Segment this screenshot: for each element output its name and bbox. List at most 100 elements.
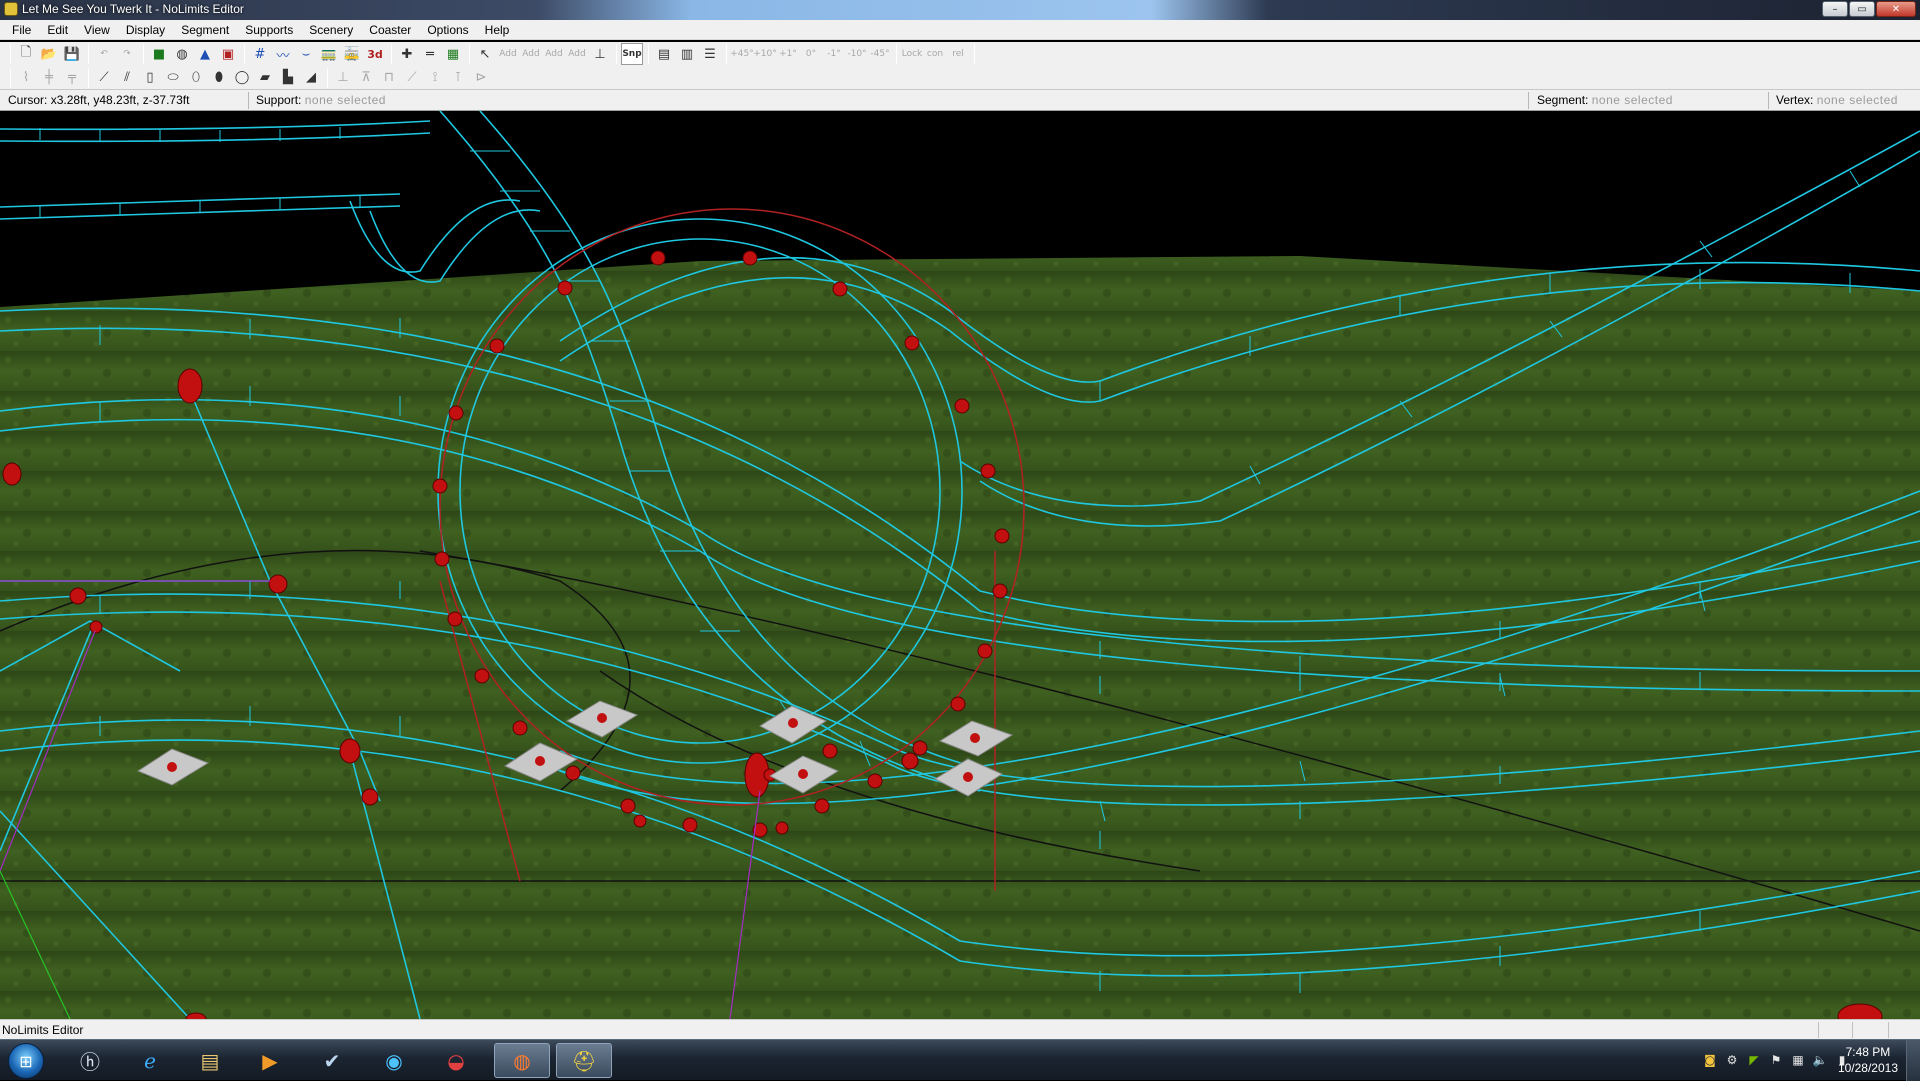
menu-display[interactable]: Display: [118, 23, 173, 37]
add-segment-button[interactable]: Add: [520, 43, 542, 65]
toolbar-divider: [974, 44, 975, 64]
rel-roll-button[interactable]: rel: [947, 43, 969, 65]
con-roll-button[interactable]: con: [924, 43, 946, 65]
nolimits-icon[interactable]: ⛑: [556, 1043, 612, 1078]
media-player-icon[interactable]: ▶: [242, 1043, 298, 1078]
toolbar-divider: [726, 44, 727, 64]
firefox-icon[interactable]: ◍: [494, 1043, 550, 1078]
beam-tool-icon[interactable]: ⟋: [93, 67, 115, 89]
move-cross-icon[interactable]: ✚: [396, 43, 418, 65]
menu-supports[interactable]: Supports: [237, 23, 301, 37]
roll-plus-10-button[interactable]: +10°: [753, 43, 777, 65]
roll-minus-10-button[interactable]: -10°: [846, 43, 868, 65]
terrain-grid-icon[interactable]: ▦: [442, 43, 464, 65]
curve-track-icon[interactable]: ⌣: [295, 43, 317, 65]
menu-options[interactable]: Options: [419, 23, 476, 37]
minimize-button[interactable]: –: [1822, 1, 1848, 17]
footer-tool-6-icon[interactable]: ⊺: [447, 67, 469, 89]
menu-file[interactable]: File: [4, 23, 39, 37]
show-desktop-button[interactable]: [1906, 1040, 1920, 1081]
footer-tool-3-icon[interactable]: ⊓: [378, 67, 400, 89]
ground-anchor-icon[interactable]: ⊥: [589, 43, 611, 65]
editor-3d-viewport[interactable]: [0, 111, 1920, 1019]
viewport-scene[interactable]: [0, 111, 1920, 1019]
undo-icon[interactable]: ↶: [93, 43, 115, 65]
menu-edit[interactable]: Edit: [39, 23, 76, 37]
tasks-icon[interactable]: ✔: [304, 1043, 360, 1078]
toolbar-divider: [391, 44, 392, 64]
menu-segment[interactable]: Segment: [173, 23, 237, 37]
new-file-icon[interactable]: 🗋: [15, 43, 37, 65]
file-explorer-icon[interactable]: ▤: [182, 1043, 238, 1078]
menu-view[interactable]: View: [76, 23, 118, 37]
3d-mode-icon[interactable]: 3d: [364, 43, 386, 65]
redo-icon[interactable]: ↷: [116, 43, 138, 65]
catwalk-icon[interactable]: ▰: [254, 67, 276, 89]
panel-view-icon[interactable]: ▥: [676, 43, 698, 65]
car-icon[interactable]: 🚋: [341, 43, 363, 65]
pyramid-icon[interactable]: ▲: [194, 43, 216, 65]
title-bar[interactable]: Let Me See You Twerk It - NoLimits Edito…: [0, 0, 1920, 20]
footer-tool-7-icon[interactable]: ⊳: [470, 67, 492, 89]
start-button[interactable]: ⊞: [8, 1043, 44, 1079]
tray-nvidia-icon[interactable]: ◤: [1746, 1052, 1762, 1068]
cursor-value: x3.28ft, y48.23ft, z-37.73ft: [50, 93, 190, 107]
support-tool-3-icon[interactable]: ╤: [61, 67, 83, 89]
pillar-large-icon[interactable]: ⬯: [185, 67, 207, 89]
sphere-view-icon[interactable]: ◍: [171, 43, 193, 65]
hp-icon[interactable]: ⓗ: [62, 1043, 118, 1078]
table-view-icon[interactable]: ▤: [653, 43, 675, 65]
menu-coaster[interactable]: Coaster: [361, 23, 419, 37]
add-vertex-button[interactable]: Add: [497, 43, 519, 65]
pillar-thin-icon[interactable]: ▯: [139, 67, 161, 89]
lock-pos-button[interactable]: Lock: [901, 43, 923, 65]
footer-tool-2-icon[interactable]: ⊼: [355, 67, 377, 89]
double-beam-tool-icon[interactable]: ⫽: [116, 67, 138, 89]
menu-scenery[interactable]: Scenery: [301, 23, 361, 37]
close-button[interactable]: ✕: [1876, 1, 1916, 17]
roll-plus-45-button[interactable]: +45°: [730, 43, 754, 65]
toolbar-divider: [327, 67, 328, 88]
add-support-button[interactable]: Add: [543, 43, 565, 65]
footer-tool-1-icon[interactable]: ⊥: [332, 67, 354, 89]
roll-minus-1-button[interactable]: -1°: [823, 43, 845, 65]
roll-plus-1-button[interactable]: +1°: [777, 43, 799, 65]
tray-network-icon[interactable]: ▦: [1790, 1052, 1806, 1068]
maximize-button[interactable]: ▭: [1849, 1, 1875, 17]
support-tool-1-icon[interactable]: ⌇: [15, 67, 37, 89]
save-icon[interactable]: 💾: [61, 43, 83, 65]
snap-toggle-button[interactable]: Snp: [621, 43, 643, 65]
pillar-medium-icon[interactable]: ⬭: [162, 67, 184, 89]
footer-tool-5-icon[interactable]: ⟟: [424, 67, 446, 89]
pillar-round-icon[interactable]: ◯: [231, 67, 253, 89]
ramp-tool-icon[interactable]: ◢: [300, 67, 322, 89]
grid-icon[interactable]: #: [249, 43, 271, 65]
sphere-app-icon[interactable]: ◉: [366, 1043, 422, 1078]
select-pointer-icon[interactable]: ↖: [474, 43, 496, 65]
footer-tool-4-icon[interactable]: ⟋: [401, 67, 423, 89]
menu-help[interactable]: Help: [477, 23, 518, 37]
open-folder-icon[interactable]: 📂: [38, 43, 60, 65]
disc-app-icon[interactable]: ◒: [428, 1043, 484, 1078]
status-cell: [1888, 1022, 1918, 1038]
play-coaster-icon[interactable]: ■: [148, 43, 170, 65]
wave-track-icon[interactable]: 〰: [272, 43, 294, 65]
tray-volume-icon[interactable]: 🔈: [1812, 1052, 1828, 1068]
station-icon[interactable]: ▣: [217, 43, 239, 65]
cursor-label: Cursor:: [8, 93, 48, 107]
support-tool-2-icon[interactable]: ╪: [38, 67, 60, 89]
vertex-value: none selected: [1816, 93, 1898, 107]
taskbar-clock[interactable]: 7:48 PM 10/28/2013: [1838, 1044, 1898, 1076]
align-icon[interactable]: ☰: [699, 43, 721, 65]
pillar-xl-icon[interactable]: ⬮: [208, 67, 230, 89]
tray-flag-icon[interactable]: ⚑: [1768, 1052, 1784, 1068]
block-tool-icon[interactable]: ▙: [277, 67, 299, 89]
roll-minus-45-button[interactable]: -45°: [869, 43, 891, 65]
internet-explorer-icon[interactable]: ℯ: [122, 1043, 178, 1078]
add-footer-button[interactable]: Add: [566, 43, 588, 65]
roll-zero-button[interactable]: 0°: [800, 43, 822, 65]
straight-segment-icon[interactable]: ═: [419, 43, 441, 65]
tray-steam-icon[interactable]: ⚙: [1724, 1052, 1740, 1068]
train-icon[interactable]: 🚃: [318, 43, 340, 65]
tray-app-icon[interactable]: ◙: [1702, 1052, 1718, 1068]
